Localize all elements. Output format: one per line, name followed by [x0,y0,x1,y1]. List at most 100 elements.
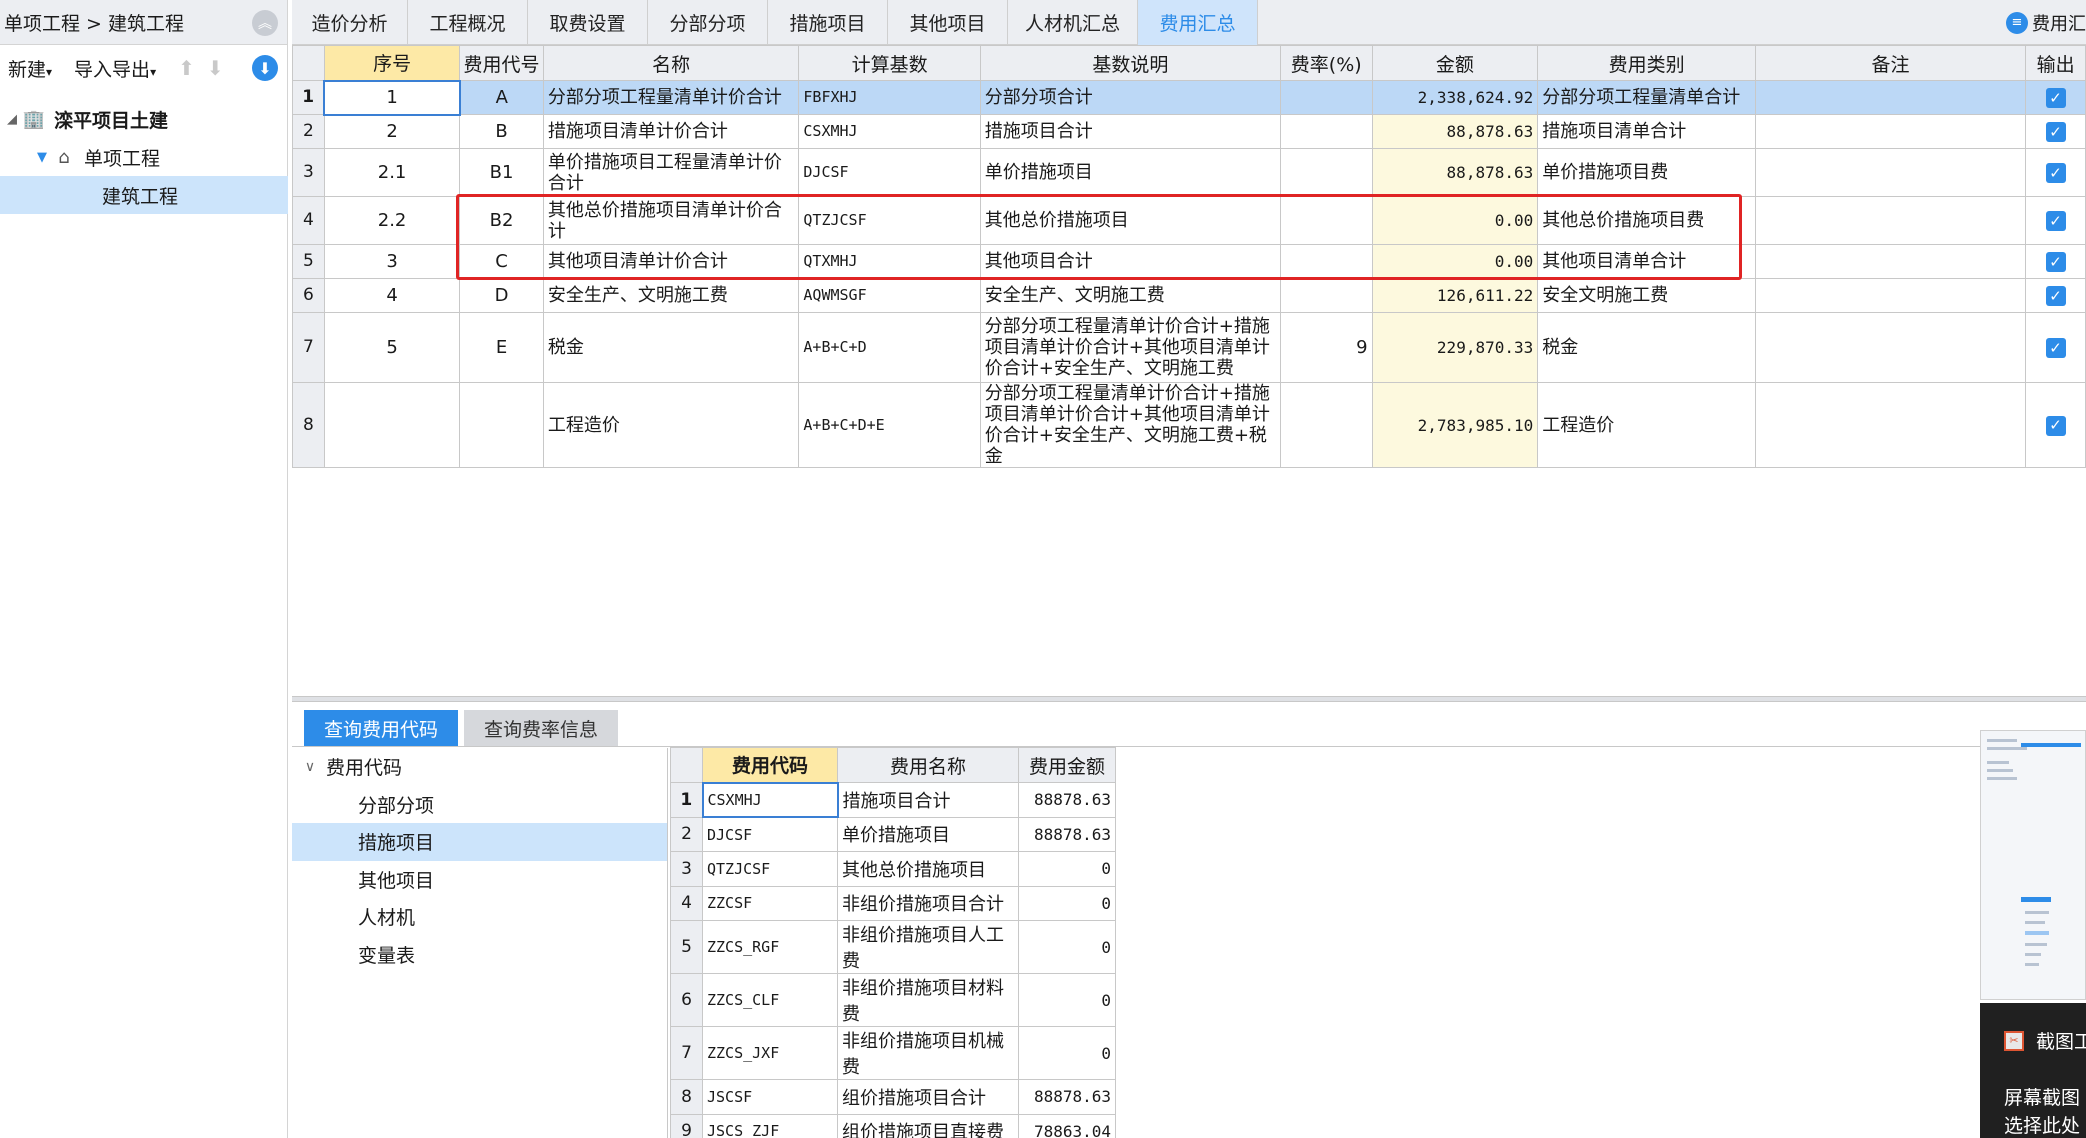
fee-summary-side-button[interactable]: ≡ 费用汇 [2006,0,2086,45]
cell-seq[interactable]: 5 [323,312,461,383]
cell-base[interactable]: AQWMSGF [798,278,981,313]
table-row[interactable]: 3 QTZJCSF 其他总价措施项目 0 [670,851,1116,887]
cell-note[interactable] [1754,196,2027,245]
cell-base[interactable]: A+B+C+D+E [798,382,981,468]
import-export-button[interactable]: 导入导出▾ [74,55,156,82]
table-row[interactable]: 7 ZZCS_JXF 非组价措施项目机械费 0 [670,1026,1116,1080]
cell-fee-code[interactable]: ZZCS_JXF [702,1026,838,1080]
cell-fee-name[interactable]: 非组价措施项目合计 [837,885,1019,921]
cell-rate[interactable]: 9 [1279,312,1373,383]
chevron-down-icon[interactable]: ∨ [300,759,320,775]
cell-fee-amount[interactable]: 0 [1018,1026,1116,1080]
cell-fee-code[interactable]: B [459,114,544,149]
cell-seq[interactable]: 1 [323,79,461,116]
table-row[interactable]: 4 ZZCSF 非组价措施项目合计 0 [670,885,1116,921]
header-category[interactable]: 费用类别 [1537,45,1756,81]
cell-fee-amount[interactable]: 0 [1018,851,1116,887]
cell-category[interactable]: 安全文明施工费 [1537,278,1756,313]
cell-desc[interactable]: 分部分项工程量清单计价合计+措施项目清单计价合计+其他项目清单计价合计+安全生产… [979,382,1281,468]
header-fee-code[interactable]: 费用代码 [702,747,838,783]
row-number[interactable]: 4 [670,885,703,921]
cell-fee-code[interactable]: D [459,278,544,313]
cell-seq[interactable]: 4 [323,278,461,313]
row-number[interactable]: 5 [670,920,703,974]
header-output[interactable]: 输出 [2025,45,2086,81]
cell-category[interactable]: 单价措施项目费 [1537,148,1756,197]
cell-fee-amount[interactable]: 88878.63 [1018,782,1116,818]
tab-labor-material[interactable]: 人材机汇总 [1008,0,1138,45]
cell-fee-code[interactable]: JSCS_ZJF [702,1113,838,1138]
corner-cell[interactable] [292,45,325,81]
cell-fee-code[interactable]: ZZCS_RGF [702,920,838,974]
expand-icon[interactable]: ◢ [2,112,22,127]
cell-output[interactable]: ✓ [2025,244,2086,279]
cell-seq[interactable]: 2.2 [323,196,461,245]
cell-base[interactable]: A+B+C+D [798,312,981,383]
tab-query-fee-code[interactable]: 查询费用代码 [304,710,459,746]
cell-fee-amount[interactable]: 0 [1018,885,1116,921]
cell-base[interactable]: DJCSF [798,148,981,197]
cell-desc[interactable]: 单价措施项目 [979,148,1281,197]
cell-fee-code[interactable]: ZZCSF [702,885,838,921]
header-fee-amount[interactable]: 费用金额 [1018,747,1116,783]
row-number[interactable]: 3 [670,851,703,887]
checkbox-checked-icon[interactable]: ✓ [2045,163,2066,184]
fee-code-tree-item[interactable]: 人材机 [292,898,667,936]
cell-fee-name[interactable]: 组价措施项目直接费 [837,1113,1019,1138]
cell-fee-amount[interactable]: 78863.04 [1018,1113,1116,1138]
cell-fee-code[interactable]: E [459,312,544,383]
move-up-icon[interactable]: ⬆ [178,56,195,80]
cell-note[interactable] [1754,244,2027,279]
table-row[interactable]: 8 JSCSF 组价措施项目合计 88878.63 [670,1079,1116,1115]
cell-fee-code[interactable] [459,382,544,468]
cell-note[interactable] [1754,278,2027,313]
header-rate[interactable]: 费率(%) [1279,45,1373,81]
cell-name[interactable]: 工程造价 [542,382,800,468]
cell-category[interactable]: 措施项目清单合计 [1537,114,1756,149]
cell-output[interactable]: ✓ [2025,114,2086,149]
header-seq[interactable]: 序号 [323,45,461,81]
cell-fee-code[interactable]: A [459,80,544,115]
table-row[interactable]: 7 5 E 税金 A+B+C+D 分部分项工程量清单计价合计+措施项目清单计价合计+其他项… [292,312,2086,383]
cell-amount[interactable]: 88,878.63 [1371,114,1539,149]
row-number[interactable]: 7 [670,1026,703,1080]
cell-output[interactable]: ✓ [2025,80,2086,115]
table-row[interactable]: 6 4 D 安全生产、文明施工费 AQWMSGF 安全生产、文明施工费 126,611.22… [292,278,2086,313]
checkbox-checked-icon[interactable]: ✓ [2045,88,2066,109]
cell-base[interactable]: CSXMHJ [798,114,981,149]
cell-fee-amount[interactable]: 0 [1018,920,1116,974]
row-number[interactable]: 6 [670,973,703,1027]
cell-fee-amount[interactable]: 88878.63 [1018,1079,1116,1115]
cell-name[interactable]: 税金 [542,312,800,383]
cell-note[interactable] [1754,148,2027,197]
table-row[interactable]: 1 CSXMHJ 措施项目合计 88878.63 [670,781,1116,818]
header-fee-name[interactable]: 费用名称 [837,747,1019,783]
fee-code-tree-item[interactable]: 变量表 [292,936,667,974]
tab-measures[interactable]: 措施项目 [768,0,888,45]
cell-seq[interactable]: 2 [323,114,461,149]
table-row[interactable]: 8 工程造价 A+B+C+D+E 分部分项工程量清单计价合计+措施项目清单计价合计+其… [292,382,2086,468]
table-row[interactable]: 6 ZZCS_CLF 非组价措施项目材料费 0 [670,973,1116,1027]
checkbox-checked-icon[interactable]: ✓ [2045,122,2066,143]
cell-output[interactable]: ✓ [2025,382,2086,468]
row-number[interactable]: 2 [292,114,325,149]
cell-output[interactable]: ✓ [2025,196,2086,245]
cell-seq[interactable]: 2.1 [323,148,461,197]
cell-amount[interactable]: 88,878.63 [1371,148,1539,197]
cell-fee-code[interactable]: CSXMHJ [701,781,839,818]
cell-rate[interactable] [1279,114,1373,149]
cell-amount[interactable]: 2,783,985.10 [1371,382,1539,468]
panel-splitter[interactable] [292,696,2086,702]
cell-base[interactable]: FBFXHJ [798,80,981,115]
cell-output[interactable]: ✓ [2025,278,2086,313]
tab-query-rate-info[interactable]: 查询费率信息 [464,710,619,746]
cell-category[interactable]: 工程造价 [1537,382,1756,468]
cell-desc[interactable]: 分部分项工程量清单计价合计+措施项目清单计价合计+其他项目清单计价合计+安全生产… [979,312,1281,383]
cell-fee-name[interactable]: 非组价措施项目机械费 [837,1026,1019,1080]
header-amount[interactable]: 金额 [1371,45,1539,81]
cell-desc[interactable]: 分部分项合计 [979,80,1281,115]
cell-note[interactable] [1754,80,2027,115]
row-number[interactable]: 7 [292,312,325,383]
cell-fee-name[interactable]: 非组价措施项目材料费 [837,973,1019,1027]
cell-desc[interactable]: 安全生产、文明施工费 [979,278,1281,313]
